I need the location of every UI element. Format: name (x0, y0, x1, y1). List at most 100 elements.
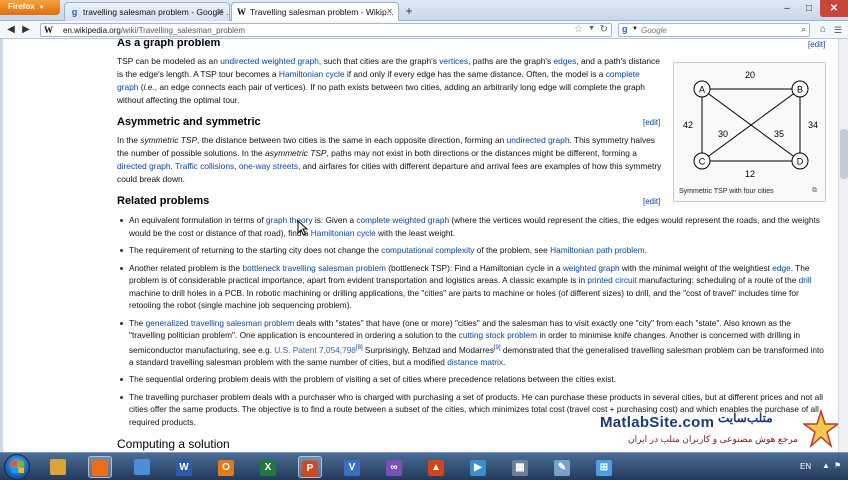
scrollbar-thumb[interactable] (840, 129, 848, 179)
text-run: machine to drill holes in a PCB. In robo… (129, 287, 799, 311)
text-run: of the problem, see (474, 245, 551, 255)
text-run: , paths are the graph's (468, 56, 554, 66)
back-button[interactable]: ◀ (3, 22, 19, 38)
bookmarks-button[interactable]: ☰ (831, 23, 845, 37)
italic-term: asymmetric TSP (265, 148, 327, 158)
calculator-icon[interactable]: ▦ (508, 456, 532, 478)
wiki-link[interactable]: Hamiltonian path problem (550, 245, 645, 255)
wiki-link[interactable]: one-way streets (239, 161, 298, 171)
wiki-link[interactable]: cutting stock problem (459, 330, 537, 340)
action-center-icon[interactable]: ⚑ (834, 461, 844, 471)
related-problems-list: An equivalent formulation in terms of gr… (117, 214, 829, 433)
wiki-link[interactable]: undirected graph (507, 135, 570, 145)
powerpoint-icon[interactable]: P (298, 456, 322, 478)
url-path: /wiki/Travelling_salesman_problem (120, 26, 246, 35)
wikipedia-icon: W (44, 25, 53, 35)
minimize-button[interactable]: – (776, 0, 798, 17)
close-window-button[interactable]: ✕ (820, 0, 848, 17)
excel-icon[interactable]: X (256, 456, 280, 478)
wiki-link[interactable]: vertices (439, 56, 468, 66)
italic-term: i.e. (143, 82, 155, 92)
edge-weight-label: 34 (808, 120, 818, 130)
maximize-button[interactable]: □ (798, 0, 820, 17)
firefox-icon[interactable] (88, 456, 112, 478)
search-input[interactable] (641, 25, 791, 36)
media-icon[interactable]: ▶ (466, 456, 490, 478)
tab-wikipedia[interactable]: W Travelling salesman problem - Wikip...… (231, 2, 399, 21)
external-link[interactable]: U.S. Patent 7,054,798 (274, 344, 356, 354)
edge-weight-label: 20 (745, 70, 755, 80)
wiki-link[interactable]: edge (772, 263, 790, 273)
matlab-icon-glyph: ▲ (428, 460, 444, 476)
start-button[interactable] (4, 454, 30, 480)
wiki-link[interactable]: Hamiltonian cycle (279, 69, 345, 79)
citation-link[interactable]: [8] (356, 345, 363, 351)
text-run: The (129, 317, 146, 328)
enlarge-icon[interactable]: ⧉ (812, 187, 817, 195)
firefox-icon-glyph (92, 460, 108, 476)
edit-link[interactable]: [edit] (643, 118, 660, 127)
star-icon[interactable]: ☆ (574, 24, 583, 35)
wiki-link[interactable]: edges (554, 56, 577, 66)
outlook-icon-glyph: O (218, 460, 234, 476)
wiki-link[interactable]: weighted graph (563, 263, 620, 273)
close-icon[interactable]: ✕ (386, 7, 393, 16)
notepad-icon[interactable]: ✎ (550, 456, 574, 478)
wiki-link[interactable]: undirected weighted graph (220, 56, 319, 66)
vertical-scrollbar[interactable] (838, 39, 848, 452)
wiki-link[interactable]: generalized travelling salesman problem (146, 318, 295, 328)
list-item: The generalized travelling salesman prob… (117, 317, 829, 369)
matlab-icon[interactable]: ▲ (424, 456, 448, 478)
list-item: An equivalent formulation in terms of gr… (117, 214, 829, 239)
list-item: The requirement of returning to the star… (117, 244, 829, 257)
page-left-border (0, 39, 3, 452)
tab-bar: Firefox ▼ g travelling salesman problem -… (0, 0, 848, 21)
explorer-icon[interactable] (46, 456, 70, 478)
text-run: (bottleneck TSP): Find a Hamiltonian cyc… (385, 262, 563, 273)
reload-icon[interactable]: ↻ (600, 24, 608, 35)
edit-link[interactable]: [edit] (808, 40, 825, 49)
figure-tsp-graph: 20 42 34 12 35 30 A B C D Symmetric TSP with four… (673, 62, 826, 202)
paint-brush-icon[interactable] (130, 456, 154, 478)
paragraph-graph-problem: TSP can be modeled as an undirected weig… (117, 55, 662, 107)
wiki-link[interactable]: directed graph (117, 161, 171, 171)
wiki-link[interactable]: drill (799, 275, 812, 285)
new-tab-button[interactable]: + (402, 3, 416, 19)
matlabsite-watermark: MatlabSite.com متلب‌سایت مرجع هوش مصنوعی… (600, 407, 840, 452)
forward-button[interactable]: ▶ (19, 22, 33, 38)
notepad-icon-glyph: ✎ (554, 460, 570, 476)
edit-link[interactable]: [edit] (643, 197, 660, 206)
address-bar[interactable]: W en.wikipedia.org/wiki/Travelling_sales… (40, 23, 612, 37)
text-run: . (503, 356, 506, 367)
google-icon[interactable]: g (622, 24, 628, 34)
wiki-link[interactable]: Hamiltonian cycle (311, 228, 376, 238)
wiki-link[interactable]: Traffic collisions (175, 161, 234, 171)
excel-icon-glyph: X (260, 460, 276, 476)
heading-asymmetric: Asymmetric and symmetric (117, 116, 261, 128)
chevron-down-icon[interactable]: ▼ (588, 25, 595, 32)
heading-related: Related problems (117, 195, 210, 207)
text-run: Surprisingly, Behzad and Modarres (362, 344, 494, 355)
text-run: In the (117, 135, 141, 145)
network-icon[interactable]: ⊞ (592, 456, 616, 478)
visio-icon[interactable]: V (340, 456, 364, 478)
link-icon[interactable]: ∞ (382, 456, 406, 478)
wiki-link[interactable]: printed circuit (587, 275, 636, 285)
citation-link[interactable]: [9] (494, 345, 501, 351)
show-hidden-icons-icon[interactable]: ▲ (822, 461, 830, 470)
home-button[interactable]: ⌂ (816, 23, 830, 37)
wiki-link[interactable]: complete weighted graph (356, 215, 449, 225)
wiki-link[interactable]: distance matrix (447, 357, 503, 367)
search-icon[interactable]: ⌕ (801, 24, 806, 35)
close-icon[interactable]: ✕ (217, 7, 224, 16)
outlook-icon[interactable]: O (214, 456, 238, 478)
node-label: D (797, 157, 804, 167)
wiki-link[interactable]: computational complexity (381, 245, 474, 255)
language-indicator[interactable]: EN (800, 462, 811, 471)
word-icon[interactable]: W (172, 456, 196, 478)
chevron-down-icon[interactable]: ▼ (632, 26, 638, 32)
wiki-link[interactable]: bottleneck travelling salesman problem (242, 263, 385, 273)
tab-google[interactable]: g travelling salesman problem - Google .… (64, 2, 230, 21)
firefox-menu-button[interactable]: Firefox ▼ (0, 0, 60, 15)
search-bar[interactable]: g ▼ ⌕ (618, 23, 810, 37)
